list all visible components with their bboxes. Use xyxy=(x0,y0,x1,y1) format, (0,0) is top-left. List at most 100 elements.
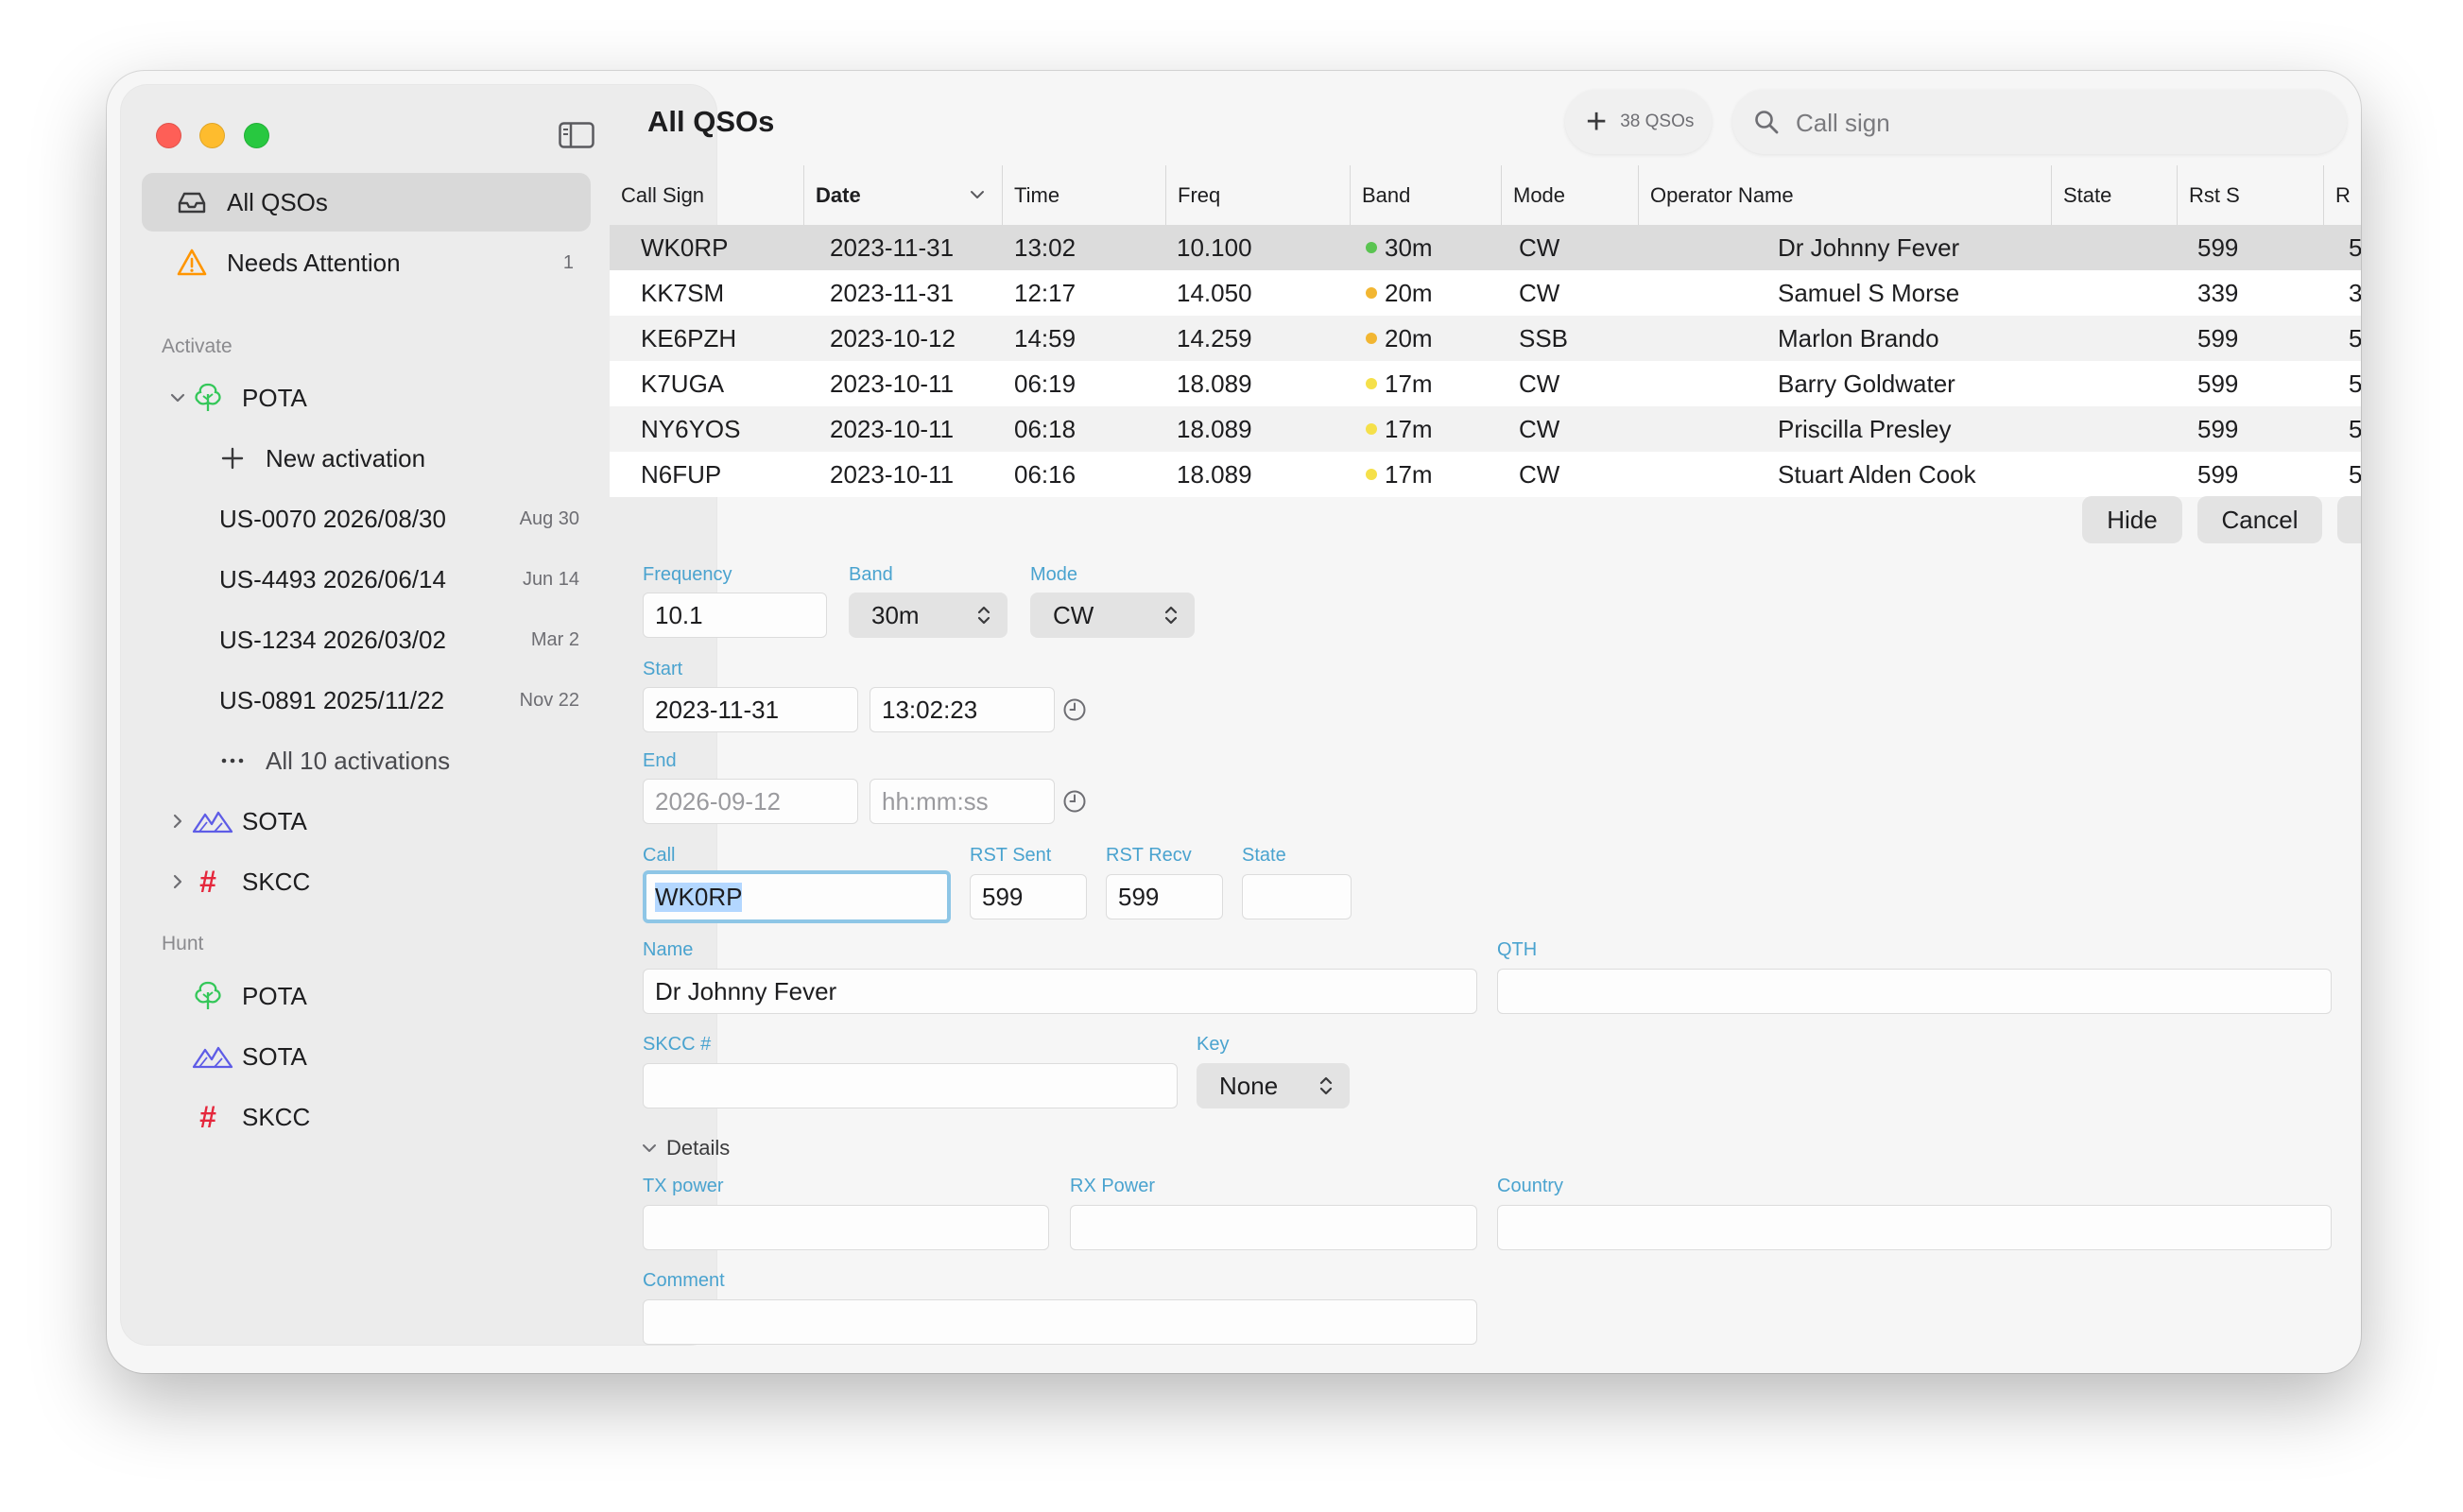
sidebar-item-activate-sota[interactable]: SOTA xyxy=(142,792,591,850)
ellipsis-icon xyxy=(221,758,244,764)
call-label: Call xyxy=(643,845,676,866)
skcc-label: SKCC # xyxy=(643,1034,712,1055)
activation-label: US-0891 2025/11/22 xyxy=(219,685,445,714)
band-label: 30m xyxy=(1385,232,1433,262)
column-header-freq[interactable]: Freq xyxy=(1165,165,1350,225)
close-window-button[interactable] xyxy=(156,123,181,148)
cell-rst-s: 599 xyxy=(2197,414,2239,443)
table-row[interactable]: KE6PZH 2023-10-12 14:59 14.259 20m SSB M… xyxy=(610,316,2361,361)
start-time-field[interactable] xyxy=(870,687,1055,732)
cancel-button[interactable]: Cancel xyxy=(2197,496,2322,543)
table-row[interactable]: K7UGA 2023-10-11 06:19 18.089 17m CW Bar… xyxy=(610,361,2361,406)
sidebar-item-hunt-sota[interactable]: SOTA xyxy=(142,1027,591,1086)
frequency-field[interactable] xyxy=(643,593,827,638)
rst-recv-field[interactable] xyxy=(1106,874,1223,919)
cell-rst-r: 5 xyxy=(2349,369,2361,398)
chevron-right-icon[interactable] xyxy=(170,874,185,889)
cell-date: 2023-10-11 xyxy=(830,414,955,443)
sidebar-item-new-activation[interactable]: New activation xyxy=(142,429,591,488)
band-color-dot xyxy=(1366,469,1377,480)
activation-date: Aug 30 xyxy=(519,507,579,529)
mountain-icon xyxy=(192,1046,233,1069)
cell-call: WK0RP xyxy=(641,232,729,262)
rx-power-field[interactable] xyxy=(1070,1205,1477,1250)
cell-call: K7UGA xyxy=(641,369,725,398)
mode-select-value: CW xyxy=(1053,600,1094,629)
section-header-activate: Activate xyxy=(162,335,233,357)
sidebar-item-all-qsos[interactable]: All QSOs xyxy=(142,173,591,232)
column-header-state[interactable]: State xyxy=(2051,165,2177,225)
clock-icon[interactable] xyxy=(1062,789,1087,814)
column-header-rst-s[interactable]: Rst S xyxy=(2177,165,2323,225)
table-row[interactable]: KK7SM 2023-11-31 12:17 14.050 20m CW Sam… xyxy=(610,270,2361,316)
comment-field[interactable] xyxy=(643,1299,1477,1345)
sidebar-item-all-activations[interactable]: All 10 activations xyxy=(142,731,591,790)
sidebar-item-hunt-pota[interactable]: POTA xyxy=(142,967,591,1025)
column-header-band[interactable]: Band xyxy=(1350,165,1501,225)
add-qso-button[interactable]: + 38 QSOs xyxy=(1565,90,1712,154)
table-row[interactable]: NY6YOS 2023-10-11 06:18 18.089 17m CW Pr… xyxy=(610,406,2361,452)
table-row[interactable]: WK0RP 2023-11-31 13:02 10.100 30m CW Dr … xyxy=(610,225,2361,270)
rst-sent-field[interactable] xyxy=(970,874,1087,919)
column-header-rst-r[interactable]: R xyxy=(2323,165,2361,225)
sidebar-item-needs-attention[interactable]: Needs Attention 1 xyxy=(142,233,591,292)
sort-descending-icon xyxy=(971,191,984,198)
cell-operator-name: Barry Goldwater xyxy=(1778,369,1955,398)
sidebar-item-activate-skcc[interactable]: # SKCC xyxy=(142,852,591,911)
sidebar-item-activation[interactable]: US-0070 2026/08/30 Aug 30 xyxy=(142,490,591,548)
cell-mode: CW xyxy=(1519,278,1560,307)
details-label: Details xyxy=(666,1136,731,1160)
band-select-value: 30m xyxy=(871,600,920,629)
search-field[interactable] xyxy=(1732,90,2347,154)
skcc-field[interactable] xyxy=(643,1063,1178,1108)
cell-rst-r: 5 xyxy=(2349,232,2361,262)
qth-label: QTH xyxy=(1497,939,1538,960)
updown-chevron-icon xyxy=(977,606,990,625)
cell-time: 06:18 xyxy=(1014,414,1076,443)
tree-icon xyxy=(195,981,221,1009)
start-label: Start xyxy=(643,659,683,679)
start-date-field[interactable] xyxy=(643,687,858,732)
sidebar-item-hunt-skcc[interactable]: # SKCC xyxy=(142,1088,591,1146)
sidebar-item-activation[interactable]: US-0891 2025/11/22 Nov 22 xyxy=(142,671,591,730)
key-select[interactable]: None xyxy=(1197,1063,1350,1108)
end-time-field[interactable] xyxy=(870,779,1055,824)
band-color-dot xyxy=(1366,333,1377,344)
minimize-window-button[interactable] xyxy=(199,123,225,148)
sidebar-item-activate-pota[interactable]: POTA xyxy=(142,369,591,427)
hash-icon: # xyxy=(199,1099,216,1134)
zoom-window-button[interactable] xyxy=(244,123,269,148)
sidebar-item-activation[interactable]: US-1234 2026/03/02 Mar 2 xyxy=(142,610,591,669)
name-field[interactable] xyxy=(643,969,1477,1014)
country-field[interactable] xyxy=(1497,1205,2332,1250)
column-header-label: Date xyxy=(816,182,861,207)
save-button[interactable]: Save xyxy=(2337,496,2361,543)
clock-icon[interactable] xyxy=(1062,697,1087,722)
band-select[interactable]: 30m xyxy=(849,593,1008,638)
call-field[interactable] xyxy=(643,870,951,923)
chevron-right-icon[interactable] xyxy=(170,814,185,829)
hide-button[interactable]: Hide xyxy=(2082,496,2182,543)
cell-band: 17m xyxy=(1366,406,1433,452)
search-input[interactable] xyxy=(1794,101,2327,145)
sidebar-item-activation[interactable]: US-4493 2026/06/14 Jun 14 xyxy=(142,550,591,609)
qth-field[interactable] xyxy=(1497,969,2332,1014)
attention-count-badge: 1 xyxy=(562,251,574,273)
state-field[interactable] xyxy=(1242,874,1352,919)
chevron-down-icon[interactable] xyxy=(170,390,185,405)
column-header-operator-name[interactable]: Operator Name xyxy=(1638,165,2051,225)
mode-select[interactable]: CW xyxy=(1030,593,1195,638)
table-row[interactable]: N6FUP 2023-10-11 06:16 18.089 17m CW Stu… xyxy=(610,452,2361,497)
sidebar-toggle-icon[interactable] xyxy=(559,122,594,148)
cell-operator-name: Priscilla Presley xyxy=(1778,414,1952,443)
tx-power-field[interactable] xyxy=(643,1205,1049,1250)
details-disclosure[interactable]: Details xyxy=(642,1136,730,1160)
state-label: State xyxy=(1242,845,1286,866)
column-header-call-sign[interactable]: Call Sign xyxy=(610,165,803,225)
end-date-field[interactable] xyxy=(643,779,858,824)
sidebar-item-label: POTA xyxy=(242,383,307,412)
column-header-date[interactable]: Date xyxy=(803,165,1002,225)
column-header-mode[interactable]: Mode xyxy=(1501,165,1638,225)
column-header-time[interactable]: Time xyxy=(1002,165,1165,225)
key-select-value: None xyxy=(1219,1071,1279,1100)
